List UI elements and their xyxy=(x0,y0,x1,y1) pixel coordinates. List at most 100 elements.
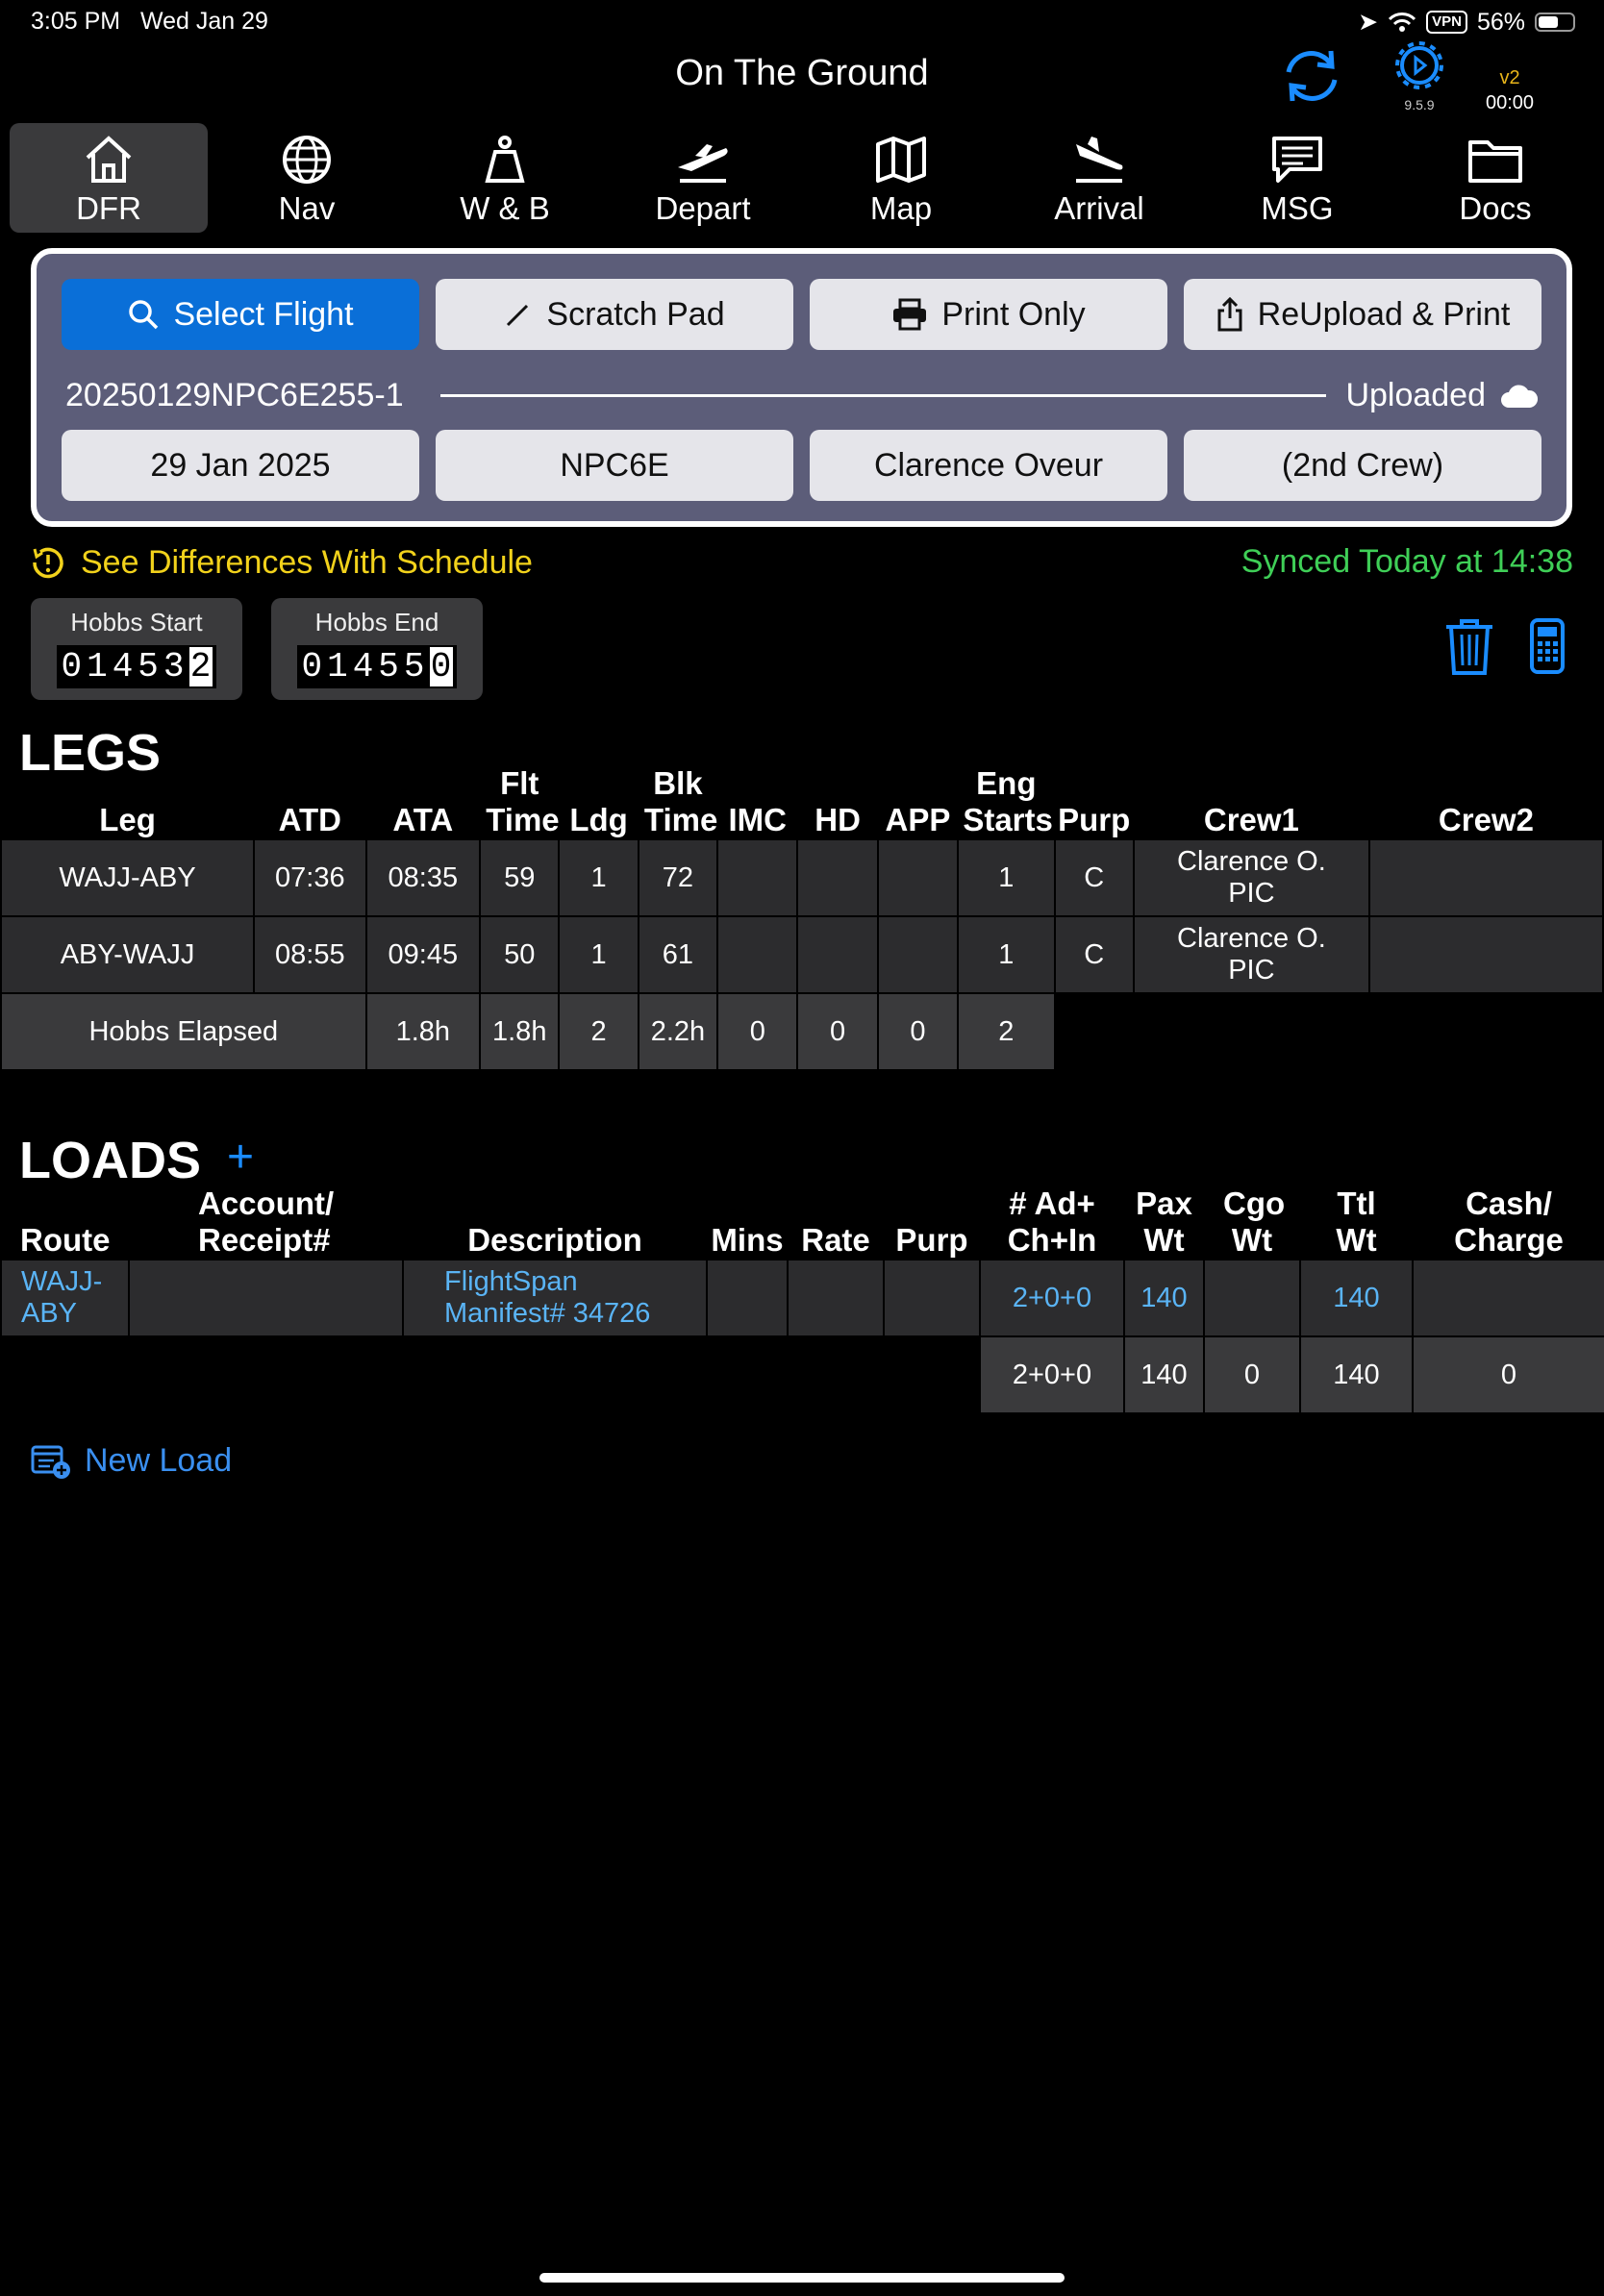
date-button[interactable]: 29 Jan 2025 xyxy=(62,430,419,501)
total-cell: 2.2h xyxy=(637,992,719,1071)
tab-msg[interactable]: MSG xyxy=(1198,123,1396,233)
leg-ldg: 1 xyxy=(558,838,639,917)
total-cell: 2+0+0 xyxy=(979,1335,1125,1414)
tab-bar: DFR Nav W & B Depart Map Arrival MSG Doc… xyxy=(10,123,1594,233)
aircraft-button[interactable]: NPC6E xyxy=(436,430,793,501)
loads-header-text: Cgo Wt xyxy=(1223,1185,1286,1258)
leg-purp: C xyxy=(1053,915,1135,994)
loads-header-text: Pax Wt xyxy=(1136,1185,1192,1258)
leg-flt-time: 50 xyxy=(479,915,561,994)
vpn-badge: VPN xyxy=(1426,11,1467,34)
select-flight-button[interactable]: Select Flight xyxy=(62,279,419,350)
leg-crew2 xyxy=(1367,838,1604,917)
print-only-button[interactable]: Print Only xyxy=(810,279,1167,350)
leg-eng-starts: 1 xyxy=(957,915,1056,994)
legs-header: Leg xyxy=(99,802,156,837)
load-route: WAJJ- ABY xyxy=(0,1259,130,1337)
folder-icon xyxy=(1468,140,1522,183)
total-cell: 2 xyxy=(957,992,1056,1071)
table-row[interactable]: WAJJ-ABY 07:36 08:35 59 1 72 1 C Clarenc… xyxy=(0,838,1604,917)
leg-crew1: Clarence O. PIC xyxy=(1132,838,1370,917)
tab-label: Depart xyxy=(655,190,751,226)
tab-nav[interactable]: Nav xyxy=(208,123,406,233)
legs-header: ATA xyxy=(392,802,454,837)
hobbs-end-label: Hobbs End xyxy=(314,608,439,636)
schedule-differences-link[interactable]: See Differences With Schedule xyxy=(29,543,533,582)
upload-status-label: Uploaded xyxy=(1345,377,1486,413)
leg-crew2 xyxy=(1367,915,1604,994)
printer-icon xyxy=(893,298,927,331)
sync-icon[interactable] xyxy=(1279,43,1344,113)
leg-ldg: 1 xyxy=(558,915,639,994)
tab-docs[interactable]: Docs xyxy=(1396,123,1594,233)
leg-app xyxy=(876,915,960,994)
leg-imc xyxy=(716,838,799,917)
leg-purp: C xyxy=(1053,838,1135,917)
tab-arrival[interactable]: Arrival xyxy=(1000,123,1198,233)
sync-status: Synced Today at 14:38 xyxy=(1241,543,1573,580)
legs-header: Eng Starts xyxy=(958,764,1054,839)
version-timer[interactable]: v2 00:00 xyxy=(1486,65,1534,115)
status-indicators: ➤ VPN 56% xyxy=(1358,8,1575,37)
tab-label: Docs xyxy=(1459,190,1532,226)
loads-header: Rate xyxy=(801,1222,870,1258)
leg-ata: 08:35 xyxy=(364,838,482,917)
select-flight-label: Select Flight xyxy=(173,295,354,333)
legs-header: Flt Time xyxy=(480,764,559,839)
hobbs-end-last-digit: 0 xyxy=(429,647,453,686)
legs-header-row: Leg ATD ATA Flt Time Ldg Blk Time IMC HD… xyxy=(1,764,1603,839)
legs-header: Ldg xyxy=(569,802,628,837)
calculator-icon[interactable] xyxy=(1529,617,1566,680)
hobbs-start-label: Hobbs Start xyxy=(70,608,203,636)
legs-header: Crew1 xyxy=(1203,802,1299,837)
add-load-button[interactable]: + xyxy=(227,1131,254,1184)
scratch-pad-button[interactable]: Scratch Pad xyxy=(436,279,793,350)
tab-label: W & B xyxy=(460,190,550,226)
new-load-button[interactable]: New Load xyxy=(31,1442,232,1480)
crew-button[interactable]: Clarence Oveur xyxy=(810,430,1167,501)
second-crew-button[interactable]: (2nd Crew) xyxy=(1184,430,1541,501)
total-cell: 0 xyxy=(1203,1335,1301,1414)
share-icon xyxy=(1217,297,1242,332)
battery-icon xyxy=(1535,12,1575,32)
load-cgo-wt xyxy=(1203,1259,1301,1337)
table-row[interactable]: ABY-WAJJ 08:55 09:45 50 1 61 1 C Clarenc… xyxy=(0,915,1604,994)
total-cell: 1.8h xyxy=(364,992,482,1071)
legs-header: ATD xyxy=(278,802,342,837)
tab-dfr[interactable]: DFR xyxy=(10,123,208,233)
reupload-print-button[interactable]: ReUpload & Print xyxy=(1184,279,1541,350)
tab-depart[interactable]: Depart xyxy=(604,123,802,233)
clock-warning-icon xyxy=(33,547,63,579)
leg-route: WAJJ-ABY xyxy=(0,838,256,917)
tab-wb[interactable]: W & B xyxy=(406,123,604,233)
leg-atd: 07:36 xyxy=(253,838,367,917)
settings-button[interactable]: 9.5.9 xyxy=(1392,38,1446,112)
leg-route: ABY-WAJJ xyxy=(0,915,256,994)
empty-cell xyxy=(1367,992,1604,1071)
trash-icon[interactable] xyxy=(1442,617,1496,682)
loads-header-text: Ttl Wt xyxy=(1336,1185,1377,1258)
total-cell: 1.8h xyxy=(479,992,561,1071)
schedule-differences-label: See Differences With Schedule xyxy=(81,543,533,581)
hobbs-start-digits: 01453 xyxy=(61,647,189,686)
loads-header: # Ad+ Ch+In xyxy=(980,1185,1124,1260)
loads-header: Purp xyxy=(895,1222,968,1258)
home-indicator[interactable] xyxy=(539,2273,1065,2283)
empty-cell xyxy=(1132,992,1370,1071)
hobbs-end[interactable]: Hobbs End 01455 0 xyxy=(271,598,483,700)
loads-header: Pax Wt xyxy=(1124,1185,1204,1260)
loads-header: Mins xyxy=(711,1222,784,1258)
scale-icon xyxy=(485,136,525,183)
cloud-icon xyxy=(1501,385,1538,408)
loads-title: LOADS xyxy=(19,1132,201,1189)
hobbs-elapsed-label: Hobbs Elapsed xyxy=(0,992,367,1071)
battery-percent: 56% xyxy=(1476,8,1525,36)
tab-map[interactable]: Map xyxy=(802,123,1000,233)
leg-eng-starts: 1 xyxy=(957,838,1056,917)
hobbs-start[interactable]: Hobbs Start 01453 2 xyxy=(31,598,242,700)
globe-icon xyxy=(283,136,331,184)
legs-header: APP xyxy=(885,802,951,837)
table-row[interactable]: WAJJ- ABY FlightSpan Manifest# 34726 2+0… xyxy=(0,1259,1604,1337)
total-cell: 0 xyxy=(796,992,879,1071)
load-description: FlightSpan Manifest# 34726 xyxy=(402,1259,708,1337)
